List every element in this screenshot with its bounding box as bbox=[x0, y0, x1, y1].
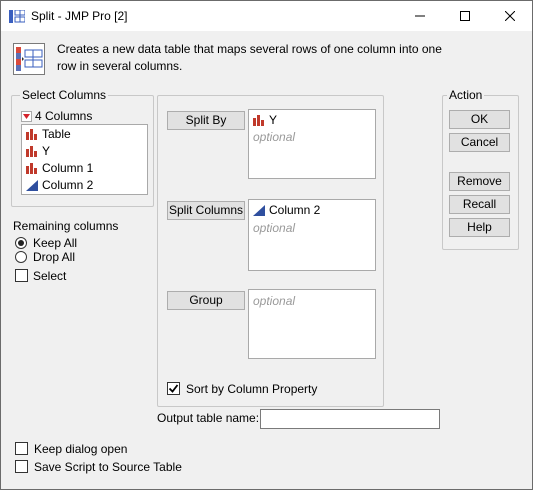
minimize-icon bbox=[414, 15, 425, 17]
nominal-bar-icon bbox=[26, 163, 37, 174]
close-button[interactable] bbox=[487, 1, 532, 31]
keep-dialog-open-label: Keep dialog open bbox=[34, 442, 128, 456]
split-columns-placeholder: optional bbox=[253, 221, 296, 235]
split-by-item[interactable]: Y bbox=[253, 113, 277, 127]
columns-count-label: 4 Columns bbox=[35, 109, 93, 123]
continuous-triangle-icon bbox=[26, 180, 38, 191]
recall-button[interactable]: Recall bbox=[449, 195, 510, 214]
ok-button[interactable]: OK bbox=[449, 110, 510, 129]
red-triangle-menu-icon[interactable] bbox=[21, 110, 32, 122]
nominal-bar-icon bbox=[26, 146, 37, 157]
column-item-y[interactable]: Y bbox=[26, 144, 50, 158]
output-table-name-label: Output table name: bbox=[157, 411, 260, 425]
split-by-button[interactable]: Split By bbox=[167, 111, 245, 130]
select-columns-heading: Select Columns bbox=[20, 88, 109, 102]
title-bar[interactable]: Split - JMP Pro [2] bbox=[1, 1, 532, 31]
maximize-button[interactable] bbox=[442, 1, 487, 31]
sort-by-column-property-checkbox[interactable] bbox=[167, 382, 180, 395]
checkmark-icon bbox=[168, 384, 179, 393]
sort-by-column-property-label: Sort by Column Property bbox=[186, 382, 318, 396]
nominal-bar-icon bbox=[253, 115, 264, 126]
select-label: Select bbox=[33, 269, 67, 283]
close-icon bbox=[504, 11, 515, 21]
save-script-label: Save Script to Source Table bbox=[34, 460, 182, 474]
column-item-table[interactable]: Table bbox=[26, 127, 71, 141]
output-table-name-input[interactable] bbox=[260, 409, 440, 429]
keep-all-radio[interactable] bbox=[15, 237, 27, 249]
description-line-2: row in several columns. bbox=[57, 59, 183, 73]
select-checkbox[interactable] bbox=[15, 269, 28, 282]
column-item-column-1[interactable]: Column 1 bbox=[26, 161, 93, 175]
nominal-bar-icon bbox=[26, 129, 37, 140]
column-list[interactable]: Table Y Column 1 Column 2 bbox=[21, 124, 148, 195]
description-line-1: Creates a new data table that maps sever… bbox=[57, 42, 442, 56]
group-list[interactable]: optional bbox=[248, 289, 376, 359]
split-platform-icon bbox=[13, 43, 45, 75]
split-columns-list[interactable]: Column 2 optional bbox=[248, 199, 376, 271]
split-by-placeholder: optional bbox=[253, 130, 296, 144]
column-item-column-2[interactable]: Column 2 bbox=[26, 178, 93, 192]
remove-button[interactable]: Remove bbox=[449, 172, 510, 191]
group-button[interactable]: Group bbox=[167, 291, 245, 310]
maximize-icon bbox=[459, 11, 470, 21]
window-title: Split - JMP Pro [2] bbox=[31, 9, 128, 23]
cancel-button[interactable]: Cancel bbox=[449, 133, 510, 152]
split-app-icon bbox=[9, 9, 26, 23]
split-dialog-window: Split - JMP Pro [2] Creates a new data t… bbox=[0, 0, 533, 490]
save-script-checkbox[interactable] bbox=[15, 460, 28, 473]
continuous-triangle-icon bbox=[253, 205, 265, 216]
action-heading: Action bbox=[447, 88, 485, 102]
drop-all-radio[interactable] bbox=[15, 251, 27, 263]
split-columns-item[interactable]: Column 2 bbox=[253, 203, 320, 217]
keep-dialog-open-checkbox[interactable] bbox=[15, 442, 28, 455]
columns-count-menu[interactable]: 4 Columns bbox=[21, 109, 92, 123]
minimize-button[interactable] bbox=[397, 1, 442, 31]
keep-all-label: Keep All bbox=[33, 236, 78, 250]
drop-all-label: Drop All bbox=[33, 250, 76, 264]
group-placeholder: optional bbox=[253, 294, 296, 308]
remaining-columns-heading: Remaining columns bbox=[13, 219, 119, 233]
split-by-list[interactable]: Y optional bbox=[248, 109, 376, 179]
split-columns-button[interactable]: Split Columns bbox=[167, 201, 245, 220]
help-button[interactable]: Help bbox=[449, 218, 510, 237]
